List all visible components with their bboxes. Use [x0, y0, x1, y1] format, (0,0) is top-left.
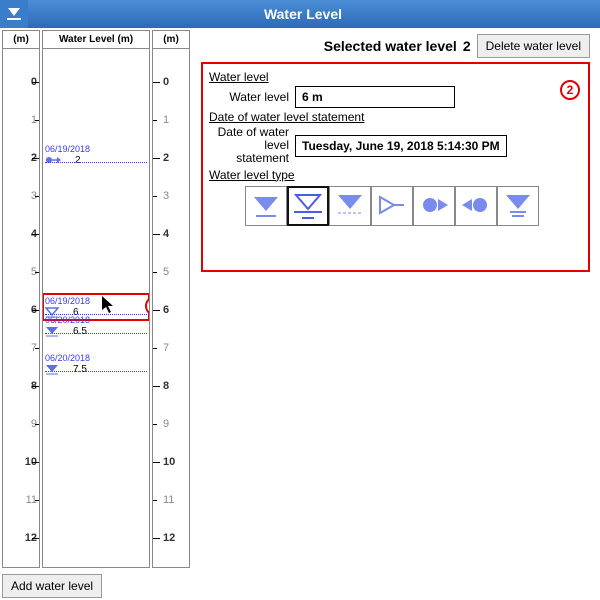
water-level-type-option-2[interactable] — [329, 186, 371, 226]
tick-minor: 9 — [153, 418, 189, 430]
annotation-badge-2: 2 — [560, 80, 580, 100]
tick-major: 10 — [153, 456, 189, 468]
tick-major: 8 — [3, 380, 39, 392]
selected-index: 2 — [463, 38, 471, 54]
tick-minor: 5 — [153, 266, 189, 278]
tick-major: 6 — [153, 304, 189, 316]
water-level-type-option-0[interactable] — [245, 186, 287, 226]
tick-major: 6 — [3, 304, 39, 316]
tick-major: 12 — [3, 532, 39, 544]
tick-major: 0 — [153, 76, 189, 88]
delete-water-level-button[interactable]: Delete water level — [477, 34, 590, 58]
right-scale-header: (m) — [153, 31, 189, 49]
selected-label: Selected water level — [201, 38, 457, 54]
tick-minor: 3 — [153, 190, 189, 202]
mid-track-header: Water Level (m) — [43, 31, 149, 49]
water-level-input[interactable]: 6 m — [295, 86, 455, 108]
tick-major: 0 — [3, 76, 39, 88]
date-input[interactable]: Tuesday, June 19, 2018 5:14:30 PM — [295, 135, 507, 157]
window-title: Water Level — [34, 6, 572, 22]
water-level-type-option-6[interactable] — [497, 186, 539, 226]
tick-major: 12 — [153, 532, 189, 544]
water-level-track[interactable]: Water Level (m) 06/19/2018206/19/2018610… — [42, 30, 150, 568]
tick-major: 4 — [153, 228, 189, 240]
tick-major: 8 — [153, 380, 189, 392]
water-level-type-option-4[interactable] — [413, 186, 455, 226]
water-level-type-option-3[interactable] — [371, 186, 413, 226]
water-level-marker[interactable]: 06/20/20186.5 — [45, 315, 147, 337]
water-level-type-option-5[interactable] — [455, 186, 497, 226]
tick-major: 2 — [3, 152, 39, 164]
date-label: Date of water level statement — [209, 126, 295, 166]
tick-major: 2 — [153, 152, 189, 164]
detail-panel: Selected water level 2 Delete water leve… — [191, 28, 600, 570]
tick-minor: 11 — [153, 494, 189, 506]
app-icon — [0, 0, 28, 28]
section-date: Date of water level statement — [209, 110, 582, 124]
form-box: Water level Water level 6 m Date of wate… — [201, 62, 590, 272]
section-type: Water level type — [209, 168, 582, 182]
tick-minor: 7 — [153, 342, 189, 354]
tick-minor: 9 — [3, 418, 39, 430]
tick-minor: 1 — [3, 114, 39, 126]
depth-scale-right: (m) 0 2 4 6 8 10 12 1 3 5 7 9 11 — [152, 30, 190, 568]
water-level-marker[interactable]: 06/20/20187.5 — [45, 353, 147, 375]
water-level-label: Water level — [209, 90, 295, 104]
section-water-level: Water level — [209, 70, 582, 84]
add-water-level-button[interactable]: Add water level — [2, 574, 102, 598]
tick-minor: 3 — [3, 190, 39, 202]
tick-major: 10 — [3, 456, 39, 468]
tick-minor: 7 — [3, 342, 39, 354]
titlebar: Water Level — [0, 0, 600, 28]
left-scale-header: (m) — [3, 31, 39, 49]
water-level-type-picker — [245, 186, 582, 226]
water-level-type-option-1[interactable] — [287, 186, 329, 226]
tick-minor: 11 — [3, 494, 39, 506]
water-level-marker[interactable]: 06/19/20182 — [45, 144, 147, 166]
depth-scale-left: (m) 0 2 4 6 8 10 12 1 3 5 7 9 11 — [2, 30, 40, 568]
tick-minor: 1 — [153, 114, 189, 126]
tick-minor: 5 — [3, 266, 39, 278]
tick-major: 4 — [3, 228, 39, 240]
